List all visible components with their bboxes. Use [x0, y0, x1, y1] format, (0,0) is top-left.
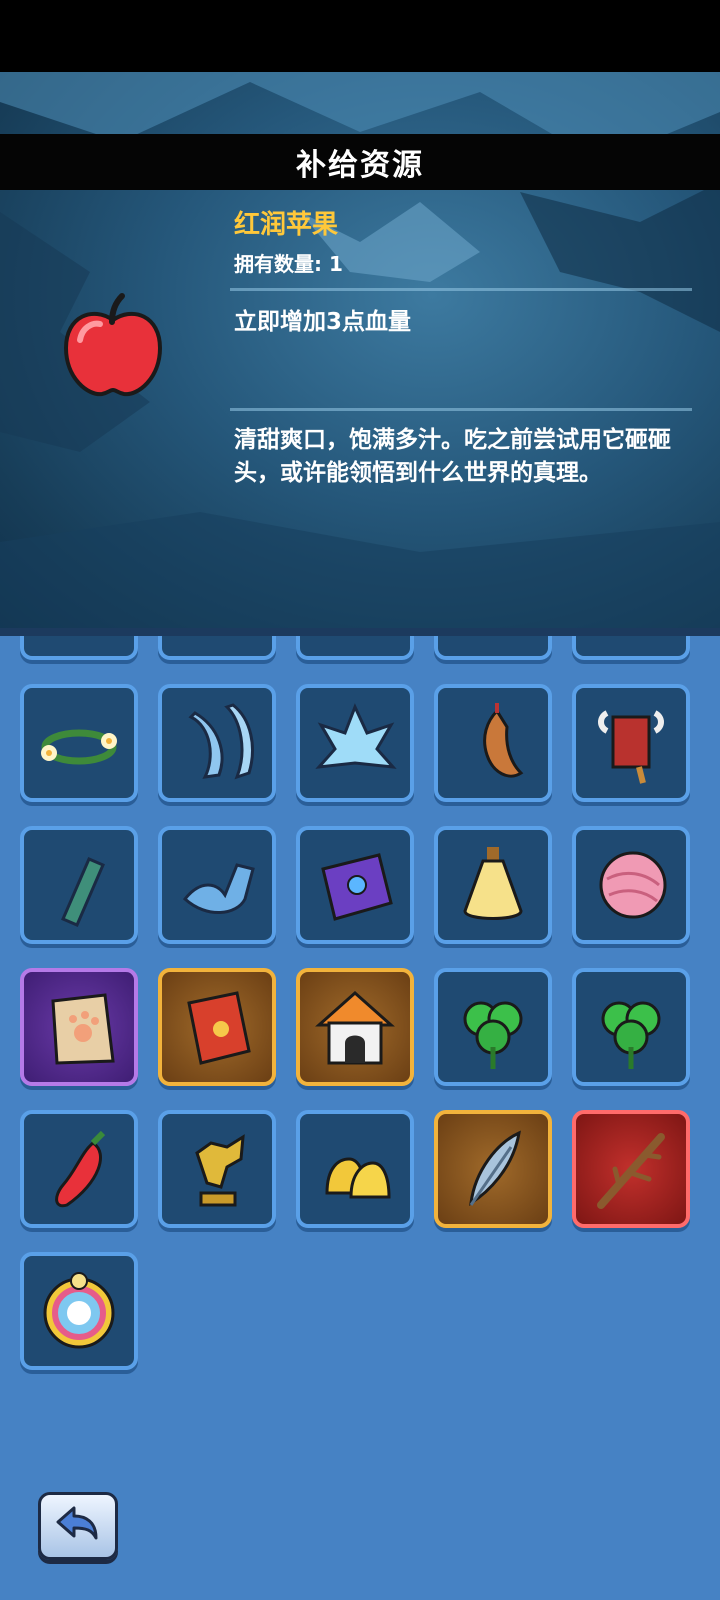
paw-book-icon	[187, 991, 251, 1065]
rainbow-compass-icon	[43, 1272, 115, 1349]
inventory-slot[interactable]	[572, 684, 690, 802]
item-name: 红润苹果	[234, 210, 339, 240]
flower-wreath-icon	[41, 729, 117, 765]
inventory-slot[interactable]	[20, 684, 138, 802]
paw-paper-bag-icon	[51, 993, 115, 1065]
clover-icon	[463, 1001, 523, 1069]
ice-crystal-icon	[315, 703, 397, 769]
branch-icon	[597, 1133, 665, 1209]
inventory-slot-partial[interactable]	[158, 636, 276, 660]
red-pepper-icon	[55, 1130, 106, 1208]
inventory-slot[interactable]	[434, 684, 552, 802]
inventory-slot[interactable]	[20, 968, 138, 1086]
inventory-slot[interactable]	[158, 968, 276, 1086]
inventory-slot[interactable]	[158, 826, 276, 944]
inventory-slot[interactable]	[434, 826, 552, 944]
inventory-slot[interactable]	[158, 1110, 276, 1228]
page-title: 补给资源	[296, 148, 424, 183]
item-count: 拥有数量: 1	[234, 252, 343, 276]
inventory-slot[interactable]	[572, 1110, 690, 1228]
inventory-slot[interactable]	[434, 968, 552, 1086]
inventory-slot[interactable]	[572, 826, 690, 944]
back-arrow-icon	[56, 1506, 98, 1540]
yellow-potion-icon	[463, 847, 523, 920]
title-bar: 补给资源	[0, 134, 720, 190]
meat-sausage-icon	[483, 703, 524, 778]
inventory-slot[interactable]	[20, 1110, 138, 1228]
inventory-slot[interactable]	[20, 1252, 138, 1370]
purple-eye-book-icon	[321, 853, 393, 921]
inventory-slot[interactable]	[20, 826, 138, 944]
ice-claws-icon	[188, 703, 254, 780]
dragon-statue-icon	[195, 1134, 245, 1207]
item-effect: 立即增加3点血量	[234, 309, 412, 335]
inventory-slot-partial[interactable]	[572, 636, 690, 660]
inventory-grid	[0, 636, 720, 1600]
inventory-slot[interactable]	[296, 684, 414, 802]
status-bar	[0, 0, 720, 72]
clover-icon	[601, 1001, 661, 1069]
pet-house-icon	[315, 990, 395, 1065]
inventory-slot[interactable]	[296, 826, 414, 944]
pink-yarn-ball-icon	[599, 851, 667, 919]
golden-bells-icon	[325, 1157, 391, 1199]
inventory-slot[interactable]	[434, 1110, 552, 1228]
inventory-slot[interactable]	[296, 968, 414, 1086]
inventory-slot[interactable]	[158, 684, 276, 802]
inventory-slot-partial[interactable]	[296, 636, 414, 660]
horned-banner-icon	[598, 710, 664, 784]
blue-fin-icon	[182, 863, 255, 914]
inventory-slot-partial[interactable]	[434, 636, 552, 660]
red-apple-icon	[63, 293, 163, 397]
back-button[interactable]	[38, 1492, 118, 1560]
item-detail-panel: 补给资源 红润苹果 拥有数量: 1 立即增加3点血量 清甜爽口，饱满多汁。吃之前…	[0, 72, 720, 630]
green-chalk-icon	[61, 857, 105, 927]
feather-icon	[469, 1130, 521, 1206]
divider	[230, 408, 692, 411]
divider	[230, 288, 692, 291]
inventory-slot-partial[interactable]	[20, 636, 138, 660]
inventory-slot[interactable]	[296, 1110, 414, 1228]
inventory-slot[interactable]	[572, 968, 690, 1086]
item-description: 清甜爽口，饱满多汁。吃之前尝试用它砸砸头，或许能领悟到什么世界的真理。	[234, 427, 671, 486]
panel-border	[0, 628, 720, 636]
